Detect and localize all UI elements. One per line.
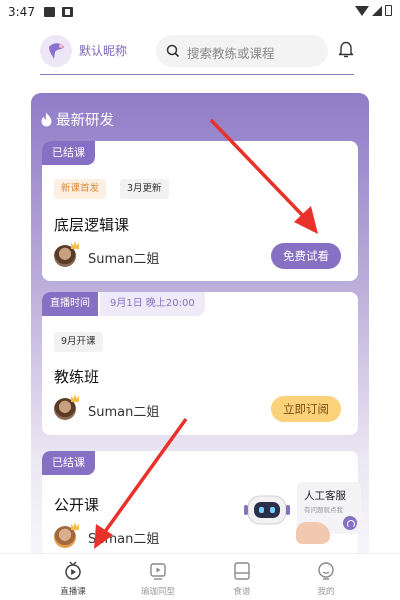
live-time-value: 9月1日 晚上20:00 [100,292,205,316]
teacher-name: Suman二姐 [88,405,160,420]
crown-icon [71,522,79,530]
teacher-avatar [54,394,79,420]
search-icon [166,44,180,58]
update-badge: 3月更新 [120,179,169,199]
crown-icon [71,394,79,402]
status-tag: 已结课 [42,451,95,475]
nav-item-yoga-video[interactable]: 瑜珈同型 [113,554,203,600]
status-tag: 已结课 [42,141,95,165]
section-title: 最新研发 [56,113,114,129]
headset-icon [343,516,357,530]
customer-service-widget[interactable]: 人工客服 有问题就点我 [236,482,368,550]
bottom-navigation: 直播课 瑜珈同型 食谱 我的 [0,553,400,600]
course-title: 底层逻辑课 [54,216,130,234]
recipe-icon [234,562,250,580]
teacher-name: Suman二姐 [88,252,160,267]
hand-icon [296,522,330,544]
teacher-avatar [54,522,79,548]
teacher-name: Suman二姐 [88,532,160,547]
subscribe-button[interactable]: 立即订阅 [271,396,341,422]
signal-icon [372,5,382,16]
top-header: 默认昵称 搜索教练或课程 [0,26,400,76]
battery-icon [385,5,392,16]
robot-icon [244,495,290,525]
customer-service-title: 人工客服 [304,490,346,502]
video-icon [150,563,166,580]
gallery-notification-icon [44,7,55,17]
wifi-icon [355,5,369,16]
nav-label: 瑜珈同型 [140,587,175,597]
teacher-avatar [54,241,79,267]
course-card[interactable]: 已结课 新课首发 3月更新 底层逻辑课 Suman二姐 免费试看 [42,141,358,281]
profile-icon [318,562,334,580]
search-placeholder: 搜索教练或课程 [187,46,275,61]
app-notification-icon [62,7,73,17]
nav-label: 我的 [317,587,335,597]
fire-icon [41,112,52,127]
status-bar: 3:47 [0,0,400,26]
start-month-badge: 9月开课 [54,332,103,352]
crown-icon [71,241,79,249]
header-divider [40,74,354,75]
nav-label: 食谱 [233,587,251,597]
course-card[interactable]: 直播时间 9月1日 晚上20:00 9月开课 教练班 Suman二姐 立即订阅 [42,292,358,435]
user-avatar[interactable] [40,35,72,67]
status-time: 3:47 [8,5,35,19]
user-nickname[interactable]: 默认昵称 [79,42,127,59]
nav-label: 直播课 [60,587,86,597]
search-input[interactable]: 搜索教练或课程 [156,35,328,67]
course-title: 公开课 [54,496,100,514]
bell-icon[interactable] [338,40,354,58]
live-course-icon [65,561,81,580]
free-trial-button[interactable]: 免费试看 [271,243,341,269]
nav-item-profile[interactable]: 我的 [281,554,371,600]
nav-item-recipe[interactable]: 食谱 [197,554,287,600]
avatar-logo-icon [49,43,64,59]
customer-service-subtitle: 有问题就点我 [304,506,343,514]
nav-item-live-course[interactable]: 直播课 [28,554,118,600]
live-time-label: 直播时间 [42,292,98,316]
new-course-badge: 新课首发 [54,179,107,199]
course-title: 教练班 [54,368,100,386]
